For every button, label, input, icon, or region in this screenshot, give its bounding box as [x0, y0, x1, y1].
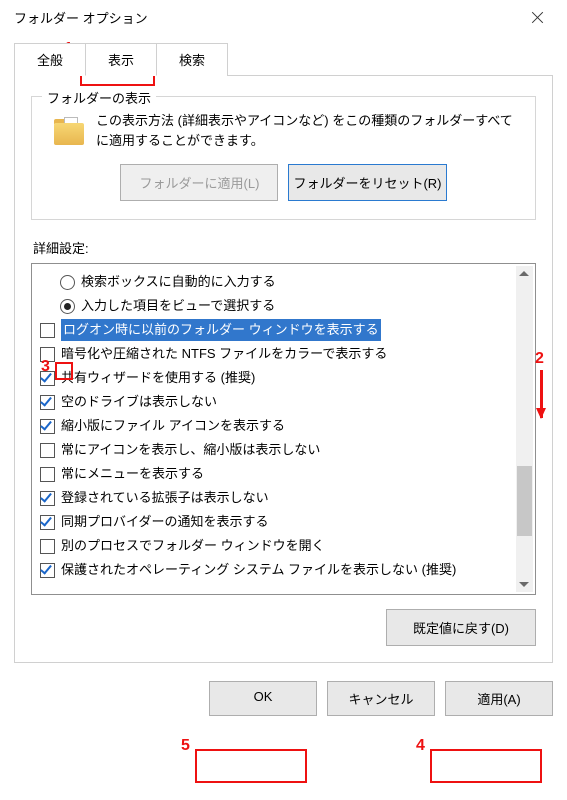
list-item-label: 同期プロバイダーの通知を表示する [61, 511, 268, 533]
scrollbar-thumb[interactable] [517, 466, 532, 536]
list-item-label: 共有ウィザードを使用する (推奨) [61, 367, 255, 389]
annotation-5: 5 [181, 737, 190, 755]
list-item-label: ログオン時に以前のフォルダー ウィンドウを表示する [61, 319, 381, 341]
list-item-label: 保護されたオペレーティング システム ファイルを表示しない (推奨) [61, 559, 456, 581]
list-item-label: 縮小版にファイル アイコンを表示する [61, 415, 285, 437]
advanced-settings-listbox[interactable]: 検索ボックスに自動的に入力する入力した項目をビューで選択するログオン時に以前のフ… [31, 263, 536, 595]
list-item[interactable]: 空のドライブは表示しない [40, 390, 527, 414]
radio-icon[interactable] [60, 299, 75, 314]
tab-search[interactable]: 検索 [156, 43, 228, 76]
checkbox-icon[interactable] [40, 323, 55, 338]
list-item[interactable]: 別のプロセスでフォルダー ウィンドウを開く [40, 534, 527, 558]
list-item[interactable]: 登録されている拡張子は表示しない [40, 486, 527, 510]
list-item[interactable]: 常にアイコンを表示し、縮小版は表示しない [40, 438, 527, 462]
list-item-label: 登録されている拡張子は表示しない [61, 487, 269, 509]
list-item[interactable]: 共有ウィザードを使用する (推奨) [40, 366, 527, 390]
folder-options-dialog: フォルダー オプション 全般 表示 検索 フォルダーの表示 この表示方法 (詳細… [0, 0, 567, 800]
list-item[interactable]: 同期プロバイダーの通知を表示する [40, 510, 527, 534]
list-item-label: 常にアイコンを表示し、縮小版は表示しない [61, 439, 320, 461]
folder-view-description: この表示方法 (詳細表示やアイコンなど) をこの種類のフォルダーすべてに適用する… [96, 111, 521, 150]
annotation-4: 4 [416, 737, 425, 755]
list-item[interactable]: 縮小版にファイル アイコンを表示する [40, 414, 527, 438]
list-item[interactable]: 保護されたオペレーティング システム ファイルを表示しない (推奨) [40, 558, 527, 582]
tab-view[interactable]: 表示 [85, 43, 157, 76]
folder-icon [52, 111, 88, 147]
reset-folders-button[interactable]: フォルダーをリセット(R) [288, 164, 446, 201]
apply-to-folders-button: フォルダーに適用(L) [120, 164, 278, 201]
checkbox-icon[interactable] [40, 563, 55, 578]
checkbox-icon[interactable] [40, 395, 55, 410]
tab-general[interactable]: 全般 [14, 43, 86, 76]
scrollbar[interactable] [516, 266, 533, 592]
list-item-label: 常にメニューを表示する [61, 463, 204, 485]
checkbox-icon[interactable] [40, 467, 55, 482]
scroll-up-icon[interactable] [519, 271, 529, 276]
apply-button[interactable]: 適用(A) [445, 681, 553, 716]
list-item[interactable]: 入力した項目をビューで選択する [40, 294, 527, 318]
list-item-label: 検索ボックスに自動的に入力する [81, 271, 276, 293]
checkbox-icon[interactable] [40, 419, 55, 434]
list-item-label: 入力した項目をビューで選択する [81, 295, 275, 317]
checkbox-icon[interactable] [40, 347, 55, 362]
list-item-label: 空のドライブは表示しない [61, 391, 217, 413]
groupbox-title: フォルダーの表示 [42, 88, 156, 107]
folder-view-groupbox: フォルダーの表示 この表示方法 (詳細表示やアイコンなど) をこの種類のフォルダ… [31, 96, 536, 220]
advanced-settings-label: 詳細設定: [33, 238, 536, 257]
close-icon [532, 12, 543, 23]
tab-panel-view: フォルダーの表示 この表示方法 (詳細表示やアイコンなど) をこの種類のフォルダ… [14, 75, 553, 663]
titlebar: フォルダー オプション [0, 0, 567, 34]
dialog-button-row: OK キャンセル 適用(A) [0, 681, 553, 716]
list-item-label: 別のプロセスでフォルダー ウィンドウを開く [61, 535, 325, 557]
list-item[interactable]: ログオン時に以前のフォルダー ウィンドウを表示する [40, 318, 527, 342]
radio-icon[interactable] [60, 275, 75, 290]
cancel-button[interactable]: キャンセル [327, 681, 435, 716]
checkbox-icon[interactable] [40, 515, 55, 530]
scroll-down-icon[interactable] [519, 582, 529, 587]
checkbox-icon[interactable] [40, 371, 55, 386]
close-button[interactable] [517, 2, 557, 32]
checkbox-icon[interactable] [40, 443, 55, 458]
checkbox-icon[interactable] [40, 539, 55, 554]
tab-strip: 全般 表示 検索 [14, 42, 567, 75]
list-item[interactable]: 検索ボックスに自動的に入力する [40, 270, 527, 294]
checkbox-icon[interactable] [40, 491, 55, 506]
list-item[interactable]: 常にメニューを表示する [40, 462, 527, 486]
window-title: フォルダー オプション [14, 8, 148, 27]
restore-defaults-button[interactable]: 既定値に戻す(D) [386, 609, 536, 646]
list-item[interactable]: 暗号化や圧縮された NTFS ファイルをカラーで表示する [40, 342, 527, 366]
ok-button[interactable]: OK [209, 681, 317, 716]
list-item-label: 暗号化や圧縮された NTFS ファイルをカラーで表示する [61, 343, 387, 365]
